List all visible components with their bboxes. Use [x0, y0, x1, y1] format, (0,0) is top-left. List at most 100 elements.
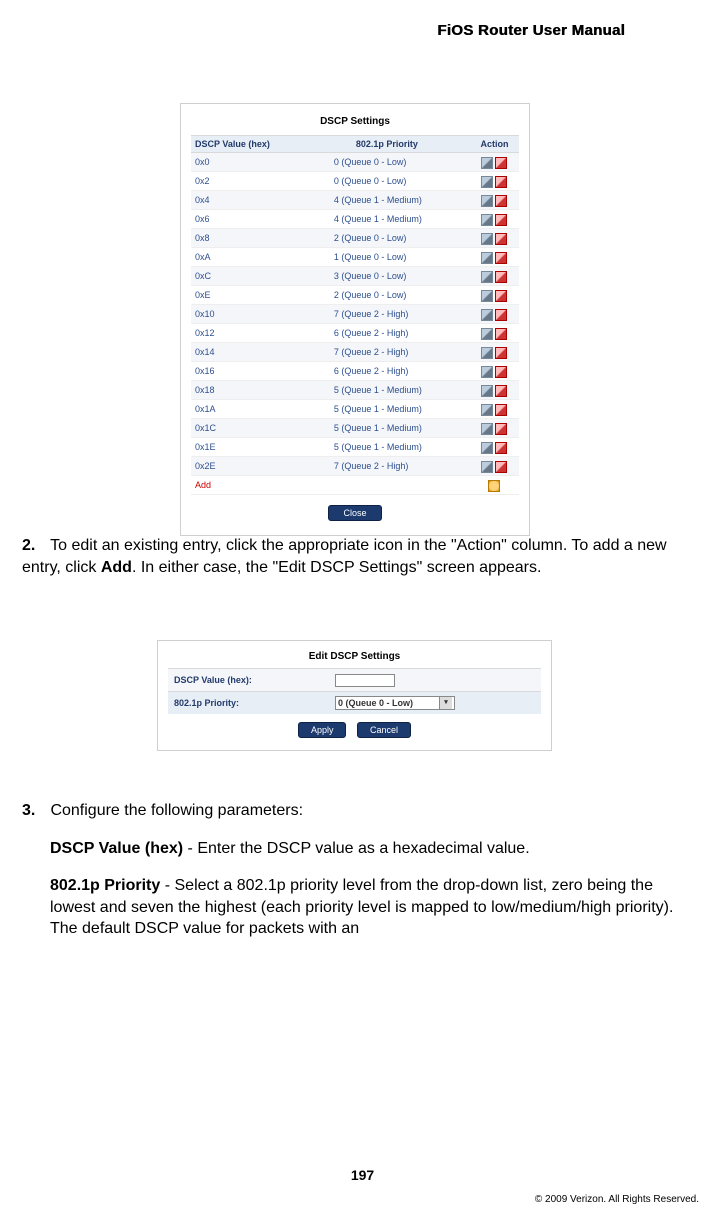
page-number: 197: [0, 1167, 725, 1183]
cell-priority: 5 (Queue 1 - Medium): [304, 381, 470, 400]
edit-icon[interactable]: [481, 423, 493, 435]
edit-icon[interactable]: [481, 328, 493, 340]
cell-priority: 4 (Queue 1 - Medium): [304, 210, 470, 229]
copyright-text: © 2009 Verizon. All Rights Reserved.: [535, 1194, 699, 1205]
table-row: 0x107 (Queue 2 - High): [191, 305, 519, 324]
edit-priority-label: 802.1p Priority:: [174, 698, 331, 708]
param-8021p-label: 802.1p Priority: [50, 877, 160, 894]
table-row-add: Add: [191, 476, 519, 495]
step-2-bold-add: Add: [101, 559, 132, 576]
table-row: 0x44 (Queue 1 - Medium): [191, 191, 519, 210]
delete-icon[interactable]: [495, 347, 507, 359]
edit-dscp-title: Edit DSCP Settings: [168, 651, 541, 662]
delete-icon[interactable]: [495, 233, 507, 245]
step-3-intro: Configure the following parameters:: [50, 802, 303, 819]
delete-icon[interactable]: [495, 214, 507, 226]
edit-icon[interactable]: [481, 214, 493, 226]
table-row: 0x1A5 (Queue 1 - Medium): [191, 400, 519, 419]
add-link[interactable]: Add: [195, 480, 211, 490]
delete-icon[interactable]: [495, 176, 507, 188]
table-row: 0x185 (Queue 1 - Medium): [191, 381, 519, 400]
priority-select[interactable]: 0 (Queue 0 - Low) ▾: [335, 696, 455, 710]
delete-icon[interactable]: [495, 309, 507, 321]
cell-value: 0x1E: [191, 438, 304, 457]
step-2-number: 2.: [22, 535, 46, 557]
add-icon[interactable]: [488, 480, 500, 492]
delete-icon[interactable]: [495, 423, 507, 435]
cell-value: 0x14: [191, 343, 304, 362]
edit-icon[interactable]: [481, 366, 493, 378]
edit-icon[interactable]: [481, 252, 493, 264]
cell-value: 0x10: [191, 305, 304, 324]
edit-icon[interactable]: [481, 176, 493, 188]
delete-icon[interactable]: [495, 385, 507, 397]
edit-dscp-panel: Edit DSCP Settings DSCP Value (hex): 802…: [157, 640, 552, 751]
delete-icon[interactable]: [495, 366, 507, 378]
edit-icon[interactable]: [481, 385, 493, 397]
cell-value: 0x2E: [191, 457, 304, 476]
delete-icon[interactable]: [495, 252, 507, 264]
param-dscp-value-label: DSCP Value (hex): [50, 840, 183, 857]
dropdown-arrow-icon: ▾: [439, 697, 452, 709]
delete-icon[interactable]: [495, 404, 507, 416]
edit-icon[interactable]: [481, 309, 493, 321]
cell-priority: 4 (Queue 1 - Medium): [304, 191, 470, 210]
col-header-value: DSCP Value (hex): [191, 136, 304, 153]
delete-icon[interactable]: [495, 328, 507, 340]
dscp-settings-title: DSCP Settings: [191, 116, 519, 127]
cell-value: 0x12: [191, 324, 304, 343]
table-row: 0xC3 (Queue 0 - Low): [191, 267, 519, 286]
edit-icon[interactable]: [481, 461, 493, 473]
table-row: 0x2E7 (Queue 2 - High): [191, 457, 519, 476]
step-2-line-b: . In either case, the "Edit DSCP Setting…: [132, 559, 542, 576]
cell-value: 0x8: [191, 229, 304, 248]
step-3-number: 3.: [22, 800, 46, 822]
cancel-button[interactable]: Cancel: [357, 722, 411, 738]
priority-select-value: 0 (Queue 0 - Low): [338, 697, 413, 709]
dscp-settings-table: DSCP Value (hex) 802.1p Priority Action …: [191, 135, 519, 495]
table-row: 0x00 (Queue 0 - Low): [191, 153, 519, 172]
cell-value: 0x18: [191, 381, 304, 400]
table-row: 0x166 (Queue 2 - High): [191, 362, 519, 381]
edit-icon[interactable]: [481, 404, 493, 416]
page-header-title: FiOS Router User Manual: [437, 22, 625, 39]
dscp-settings-panel: DSCP Settings DSCP Value (hex) 802.1p Pr…: [180, 103, 530, 536]
dscp-value-input[interactable]: [335, 674, 395, 687]
edit-icon[interactable]: [481, 233, 493, 245]
delete-icon[interactable]: [495, 271, 507, 283]
cell-priority: 3 (Queue 0 - Low): [304, 267, 470, 286]
cell-priority: 2 (Queue 0 - Low): [304, 229, 470, 248]
cell-value: 0x1C: [191, 419, 304, 438]
edit-icon[interactable]: [481, 347, 493, 359]
table-row: 0x1E5 (Queue 1 - Medium): [191, 438, 519, 457]
close-button[interactable]: Close: [328, 505, 381, 521]
cell-value: 0xC: [191, 267, 304, 286]
delete-icon[interactable]: [495, 195, 507, 207]
step-3-block: 3. Configure the following parameters: D…: [22, 800, 687, 940]
cell-priority: 6 (Queue 2 - High): [304, 362, 470, 381]
edit-icon[interactable]: [481, 442, 493, 454]
delete-icon[interactable]: [495, 290, 507, 302]
col-header-action: Action: [470, 136, 519, 153]
table-row: 0xA1 (Queue 0 - Low): [191, 248, 519, 267]
edit-icon[interactable]: [481, 195, 493, 207]
cell-priority: 0 (Queue 0 - Low): [304, 172, 470, 191]
table-row: 0x147 (Queue 2 - High): [191, 343, 519, 362]
delete-icon[interactable]: [495, 461, 507, 473]
edit-icon[interactable]: [481, 290, 493, 302]
col-header-priority: 802.1p Priority: [304, 136, 470, 153]
cell-priority: 1 (Queue 0 - Low): [304, 248, 470, 267]
cell-priority: 0 (Queue 0 - Low): [304, 153, 470, 172]
cell-priority: 5 (Queue 1 - Medium): [304, 400, 470, 419]
cell-value: 0xA: [191, 248, 304, 267]
cell-value: 0xE: [191, 286, 304, 305]
edit-icon[interactable]: [481, 271, 493, 283]
delete-icon[interactable]: [495, 442, 507, 454]
cell-value: 0x1A: [191, 400, 304, 419]
table-row: 0x1C5 (Queue 1 - Medium): [191, 419, 519, 438]
apply-button[interactable]: Apply: [298, 722, 347, 738]
cell-priority: 2 (Queue 0 - Low): [304, 286, 470, 305]
cell-value: 0x6: [191, 210, 304, 229]
edit-icon[interactable]: [481, 157, 493, 169]
delete-icon[interactable]: [495, 157, 507, 169]
